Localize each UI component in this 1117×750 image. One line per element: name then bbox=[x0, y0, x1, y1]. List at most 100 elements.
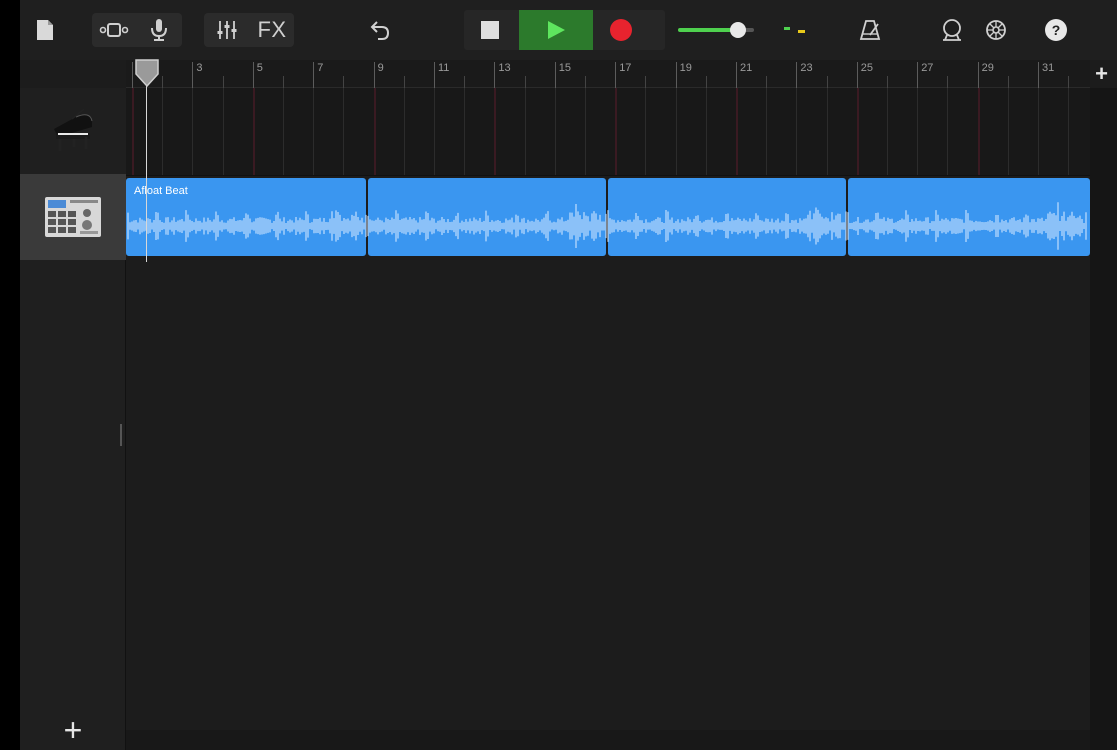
lane-bar-line bbox=[252, 88, 255, 175]
lane-bar-line bbox=[464, 88, 466, 175]
ruler-tick bbox=[736, 62, 737, 88]
ruler-tick bbox=[252, 62, 254, 88]
ruler-tick bbox=[1038, 62, 1039, 88]
undo-icon[interactable] bbox=[364, 14, 396, 46]
lane-bar-line bbox=[826, 88, 828, 175]
right-margin bbox=[1090, 88, 1117, 750]
ruler-tick bbox=[494, 62, 496, 88]
timeline-ruler[interactable]: 3 5 7 9 11 13 15 17 19 21 23 25 27 29 31 bbox=[126, 60, 1090, 88]
playhead-handle[interactable] bbox=[134, 58, 160, 88]
ruler-tick bbox=[524, 76, 526, 88]
lane-bar-line bbox=[313, 88, 315, 175]
ruler-bar-number: 29 bbox=[981, 62, 994, 74]
lane-bar-line bbox=[796, 88, 798, 175]
ruler-bar-number: 3 bbox=[196, 62, 203, 74]
fx-icon[interactable]: FX bbox=[252, 14, 292, 46]
ruler-bar-number: 27 bbox=[921, 62, 934, 74]
ruler-tick bbox=[222, 76, 224, 88]
lane-bar-line bbox=[132, 88, 134, 175]
ruler-tick bbox=[826, 76, 828, 88]
ruler-tick bbox=[705, 76, 707, 88]
ruler-bar-number: 15 bbox=[558, 62, 572, 74]
fx-label: FX bbox=[257, 17, 287, 42]
lane-bar-line bbox=[222, 88, 224, 175]
level-meter bbox=[774, 14, 824, 46]
ruler-tick bbox=[1068, 76, 1070, 88]
tracks-area[interactable]: Afloat Beat bbox=[126, 88, 1090, 730]
lane-bar-line bbox=[736, 88, 738, 175]
lane-bar-line bbox=[615, 88, 618, 175]
ruler-tick bbox=[585, 76, 586, 88]
ruler-bar-number: 23 bbox=[800, 62, 813, 74]
ruler-tick bbox=[645, 76, 647, 88]
ruler-tick bbox=[132, 62, 133, 88]
lane-bar-line bbox=[524, 88, 526, 175]
lane-bar-line bbox=[554, 88, 556, 175]
ruler-tick bbox=[615, 62, 617, 88]
lane-bar-line bbox=[283, 88, 284, 175]
add-track-button[interactable]: + bbox=[20, 710, 126, 750]
lane-bar-line bbox=[917, 88, 919, 175]
lane-bar-line bbox=[1007, 88, 1009, 175]
metronome-icon[interactable] bbox=[856, 14, 884, 46]
lane-bar-line bbox=[494, 88, 497, 175]
ruler-tick bbox=[947, 76, 949, 88]
help-icon[interactable]: ? bbox=[1042, 14, 1070, 46]
browser-icon[interactable] bbox=[96, 14, 132, 46]
ruler-tick bbox=[554, 62, 556, 88]
ruler-tick bbox=[977, 62, 979, 88]
playhead-line bbox=[146, 60, 147, 262]
ruler-tick bbox=[917, 62, 919, 88]
ruler-tick bbox=[856, 62, 858, 88]
lane-bar-line bbox=[887, 88, 888, 175]
lane-bar-line bbox=[645, 88, 647, 175]
ruler-bar-number: 31 bbox=[1042, 62, 1055, 74]
track-headers: + bbox=[20, 88, 126, 750]
lane-bar-line bbox=[856, 88, 859, 175]
ruler-bar-number: 9 bbox=[377, 62, 384, 74]
lane-bar-line bbox=[766, 88, 768, 175]
ruler-tick bbox=[192, 62, 194, 88]
add-section-button[interactable]: + bbox=[1086, 60, 1117, 88]
ruler-tick bbox=[675, 62, 677, 88]
lane-bar-line bbox=[192, 88, 194, 175]
ruler-tick bbox=[403, 76, 405, 88]
control-bar: FX ? bbox=[20, 0, 1117, 60]
ruler-bar-number: 21 bbox=[740, 62, 753, 74]
piano-icon bbox=[54, 108, 93, 151]
lane-bar-line bbox=[434, 88, 435, 175]
drum-machine-icon bbox=[45, 197, 101, 237]
mixer-icon[interactable] bbox=[210, 14, 244, 46]
ruler-bar-number: 5 bbox=[256, 62, 263, 74]
ruler-tick bbox=[434, 62, 435, 88]
track-header-beat[interactable] bbox=[20, 174, 126, 260]
lane-bar-line bbox=[705, 88, 707, 175]
garageband-window: FX ? 3 5 7 9 11 13 15 17 19 21 23 25 27 … bbox=[20, 0, 1117, 750]
lane-bar-line bbox=[585, 88, 586, 175]
header-resize-handle[interactable] bbox=[120, 424, 122, 446]
ruler-tick bbox=[373, 62, 375, 88]
settings-icon[interactable] bbox=[982, 14, 1010, 46]
audio-region[interactable]: Afloat Beat bbox=[126, 178, 1090, 256]
track-header-piano[interactable] bbox=[20, 88, 126, 174]
ruler-bar-number: 17 bbox=[619, 62, 632, 74]
ruler-tick bbox=[464, 76, 466, 88]
ruler-tick bbox=[1007, 76, 1009, 88]
my-songs-icon[interactable] bbox=[32, 14, 58, 46]
record-icon[interactable] bbox=[604, 14, 638, 46]
mic-icon[interactable] bbox=[142, 14, 176, 46]
ruler-tick bbox=[766, 76, 768, 88]
volume-slider[interactable] bbox=[676, 14, 756, 46]
play-icon[interactable] bbox=[539, 14, 573, 46]
ruler-bar-number: 13 bbox=[498, 62, 511, 74]
region-waveform bbox=[127, 202, 1087, 250]
ruler-tick bbox=[313, 62, 315, 88]
ruler-bar-number: 25 bbox=[860, 62, 874, 74]
stop-icon[interactable] bbox=[472, 14, 508, 46]
ruler-tick bbox=[283, 76, 284, 88]
ruler-bar-number: 19 bbox=[679, 62, 692, 74]
loop-browser-icon[interactable] bbox=[938, 14, 966, 46]
track-lane-piano[interactable] bbox=[126, 88, 1090, 176]
lane-bar-line bbox=[403, 88, 405, 175]
lane-bar-line bbox=[675, 88, 677, 175]
